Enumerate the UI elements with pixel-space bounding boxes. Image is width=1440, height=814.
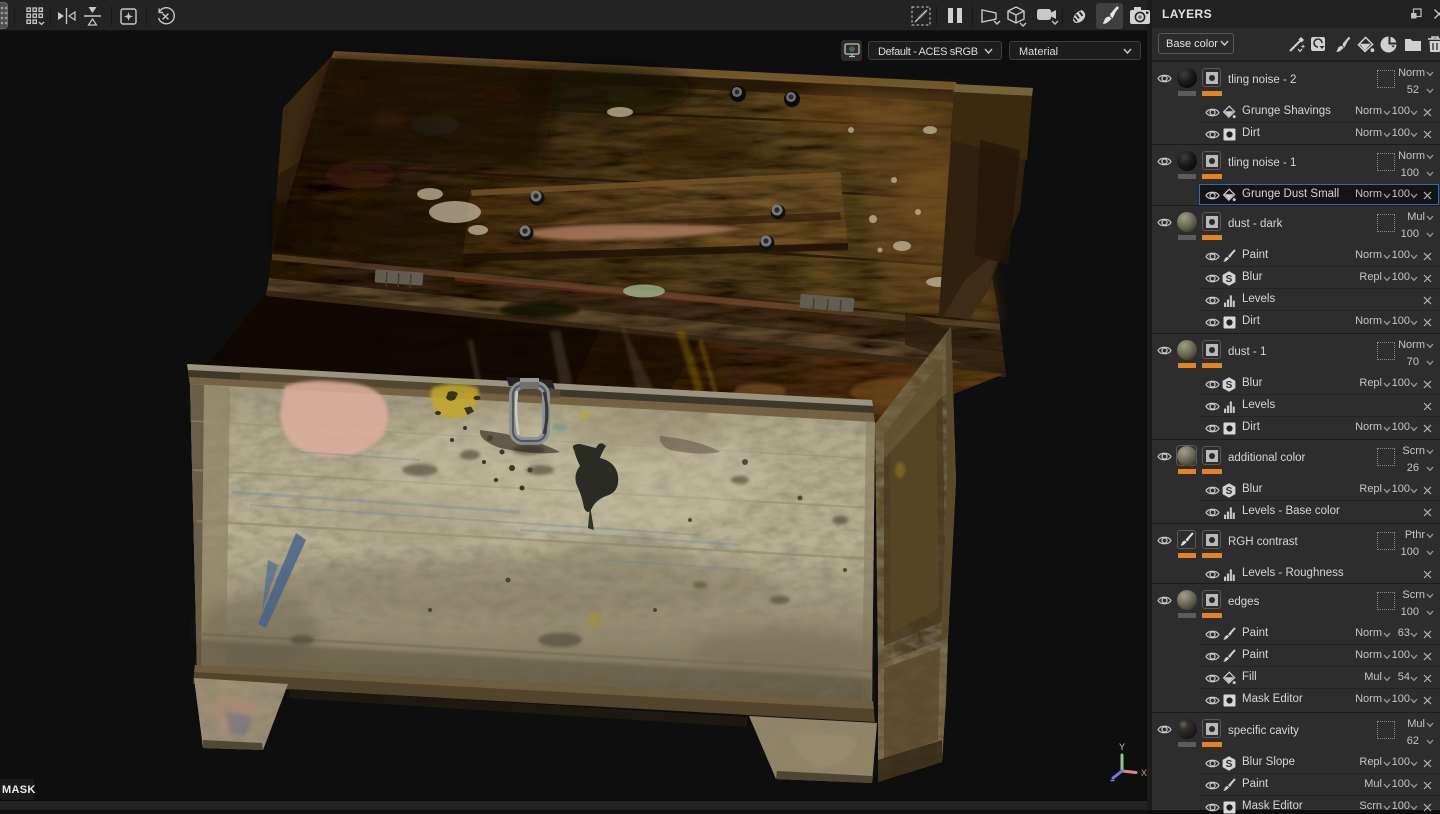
svg-text:Y: Y (1119, 742, 1125, 752)
